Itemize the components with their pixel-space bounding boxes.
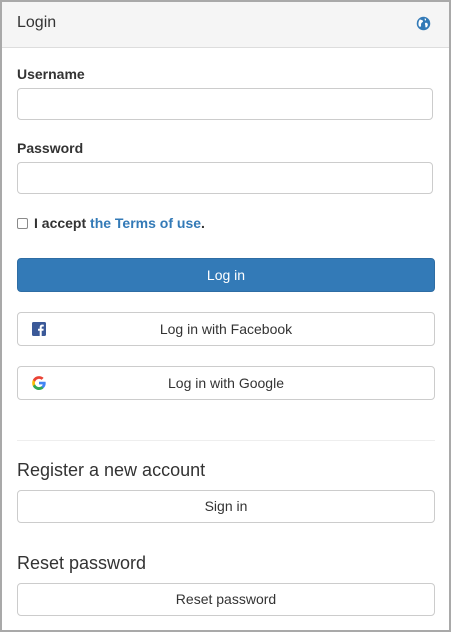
panel-header: Login [2, 2, 449, 48]
login-panel: Login Username Password I accept the Ter… [0, 0, 451, 632]
facebook-icon [32, 322, 46, 336]
facebook-login-button[interactable]: Log in with Facebook [17, 312, 435, 346]
globe-icon[interactable] [416, 16, 431, 31]
facebook-login-label: Log in with Facebook [159, 321, 293, 337]
terms-of-use-link[interactable]: the Terms of use [90, 215, 201, 231]
terms-checkbox[interactable] [17, 218, 28, 229]
panel-title: Login [17, 14, 57, 31]
reset-password-button[interactable]: Reset password [17, 583, 435, 616]
register-title: Register a new account [17, 460, 206, 480]
terms-prefix: I accept [34, 215, 91, 231]
terms-suffix: . [201, 215, 205, 231]
username-label: Username [17, 66, 85, 82]
sign-in-button[interactable]: Sign in [17, 490, 435, 523]
google-login-label: Log in with Google [168, 375, 284, 391]
password-input[interactable] [17, 162, 433, 194]
login-button[interactable]: Log in [17, 258, 435, 292]
username-input[interactable] [17, 88, 433, 120]
password-label: Password [17, 140, 84, 156]
google-login-button[interactable]: Log in with Google [17, 366, 435, 400]
google-icon [32, 376, 46, 390]
reset-password-title: Reset password [17, 553, 147, 573]
terms-row: I accept the Terms of use. [17, 215, 205, 233]
section-divider [17, 440, 435, 441]
